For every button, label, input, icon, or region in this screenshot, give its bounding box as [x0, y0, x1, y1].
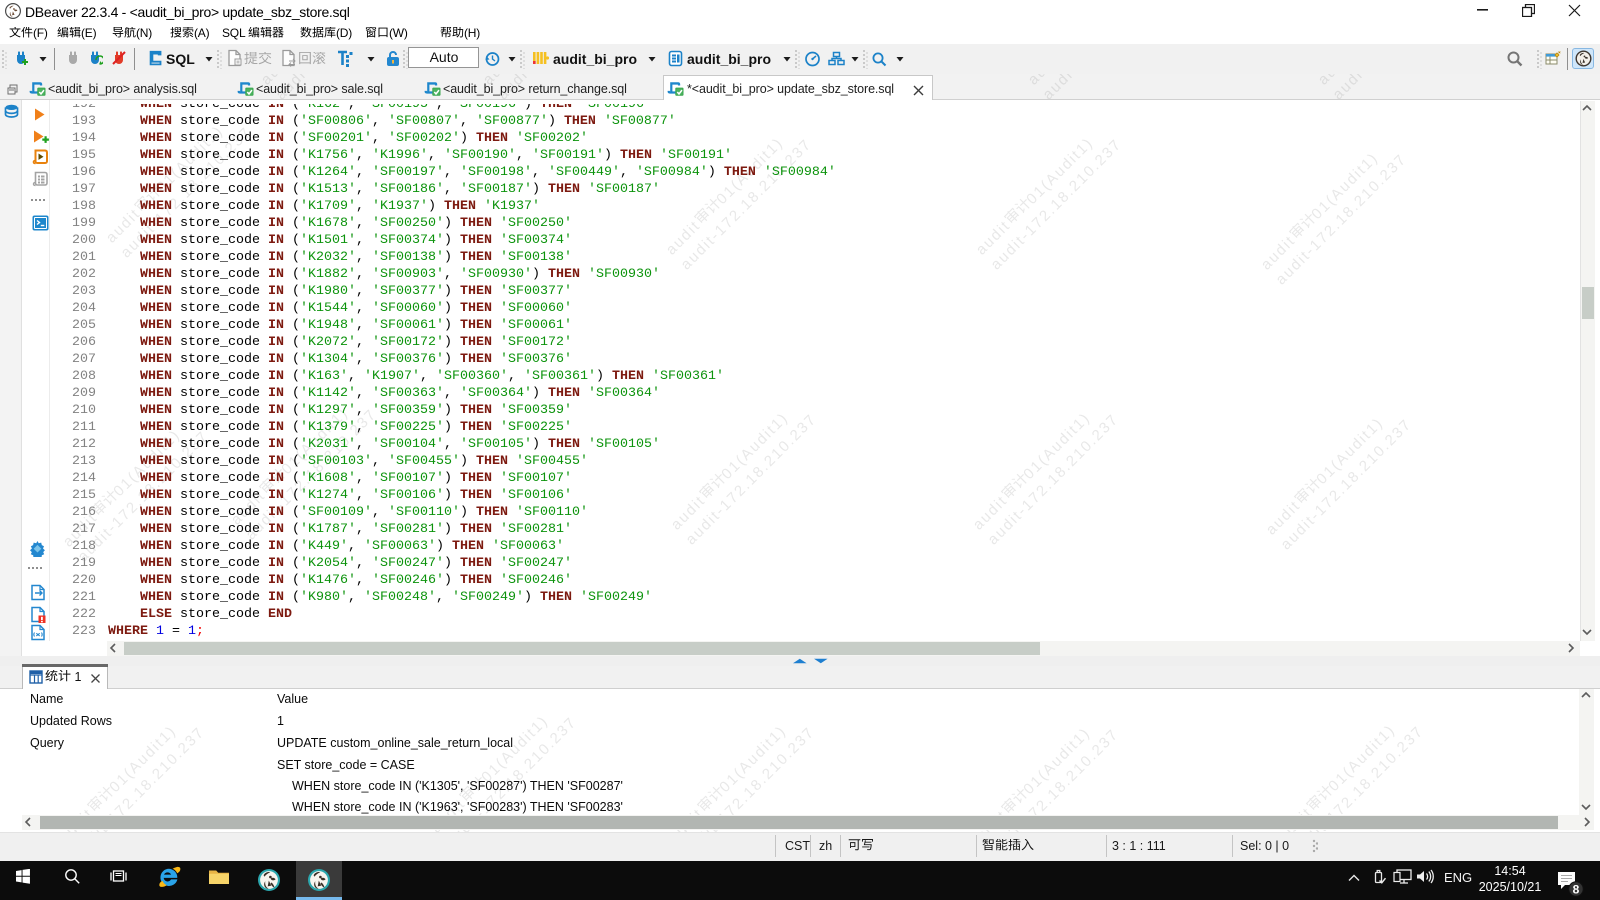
svg-text:8: 8	[1573, 882, 1580, 896]
